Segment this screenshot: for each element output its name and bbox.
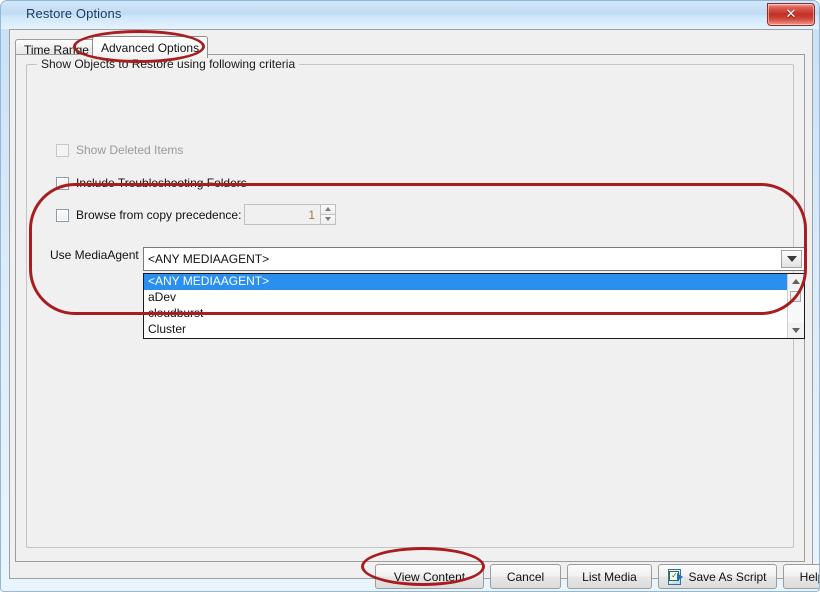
criteria-group-legend: Show Objects to Restore using following … [37,57,299,71]
copy-precedence-spin-buttons [320,204,336,225]
dialog-button-bar: View Content Cancel List Media ✓ Save As… [10,564,812,578]
help-button[interactable]: Help [783,564,820,589]
checkbox-show-deleted-items [56,144,69,157]
checkbox-row-show-deleted-items: Show Deleted Items [56,143,183,157]
script-icon: ✓ [668,569,683,584]
mediaagent-combobox[interactable]: <ANY MEDIAAGENT> [143,247,805,271]
checkbox-label-browse-from-copy-precedence: Browse from copy precedence: [76,208,241,222]
list-item[interactable]: Cluster [144,322,787,338]
checkbox-row-include-troubleshooting-folders[interactable]: Include Troubleshooting Folders [56,176,247,190]
mediaagent-dropdown-list[interactable]: <ANY MEDIAAGENT> aDev cloudburst Cluster [143,273,805,339]
checkbox-row-browse-from-copy-precedence[interactable]: Browse from copy precedence: [56,208,241,222]
tab-page-advanced-options: Show Objects to Restore using following … [15,54,805,562]
tab-advanced-options[interactable]: Advanced Options [92,36,208,58]
spin-up-button[interactable] [320,204,336,215]
dialog-client-area: Time Range Advanced Options Show Objects… [9,29,813,579]
checkbox-include-troubleshooting-folders[interactable] [56,177,69,190]
chevron-down-icon[interactable] [781,250,802,268]
close-icon: ✕ [786,8,797,21]
list-item[interactable]: cloudburst [144,306,787,322]
copy-precedence-input[interactable]: 1 [244,204,321,225]
list-item[interactable]: <ANY MEDIAAGENT> [144,274,787,290]
mediaagent-selected-value: <ANY MEDIAAGENT> [144,248,781,270]
scrollbar-thumb[interactable] [790,291,801,302]
mediaagent-dropdown-items: <ANY MEDIAAGENT> aDev cloudburst Cluster [144,274,787,338]
spin-down-button[interactable] [320,215,336,226]
list-item[interactable]: aDev [144,290,787,306]
checkbox-label-show-deleted-items: Show Deleted Items [76,143,183,157]
list-media-button[interactable]: List Media [567,564,652,589]
copy-precedence-stepper[interactable]: 1 [244,204,336,225]
scroll-up-icon[interactable] [788,274,804,289]
window-title: Restore Options [26,6,121,21]
title-bar: Restore Options ✕ [1,1,820,29]
cancel-button[interactable]: Cancel [490,564,561,589]
scroll-down-icon[interactable] [788,323,804,338]
scrollbar-track[interactable] [788,289,804,323]
checkbox-browse-from-copy-precedence[interactable] [56,209,69,222]
restore-options-dialog: Restore Options ✕ Time Range Advanced Op… [0,0,820,592]
view-content-button[interactable]: View Content [375,564,484,589]
checkbox-label-include-troubleshooting-folders: Include Troubleshooting Folders [76,176,247,190]
mediaagent-list-scrollbar[interactable] [787,274,804,338]
close-button[interactable]: ✕ [767,3,815,26]
use-mediaagent-label: Use MediaAgent [50,248,139,262]
save-as-script-button[interactable]: ✓ Save As Script [658,564,777,589]
